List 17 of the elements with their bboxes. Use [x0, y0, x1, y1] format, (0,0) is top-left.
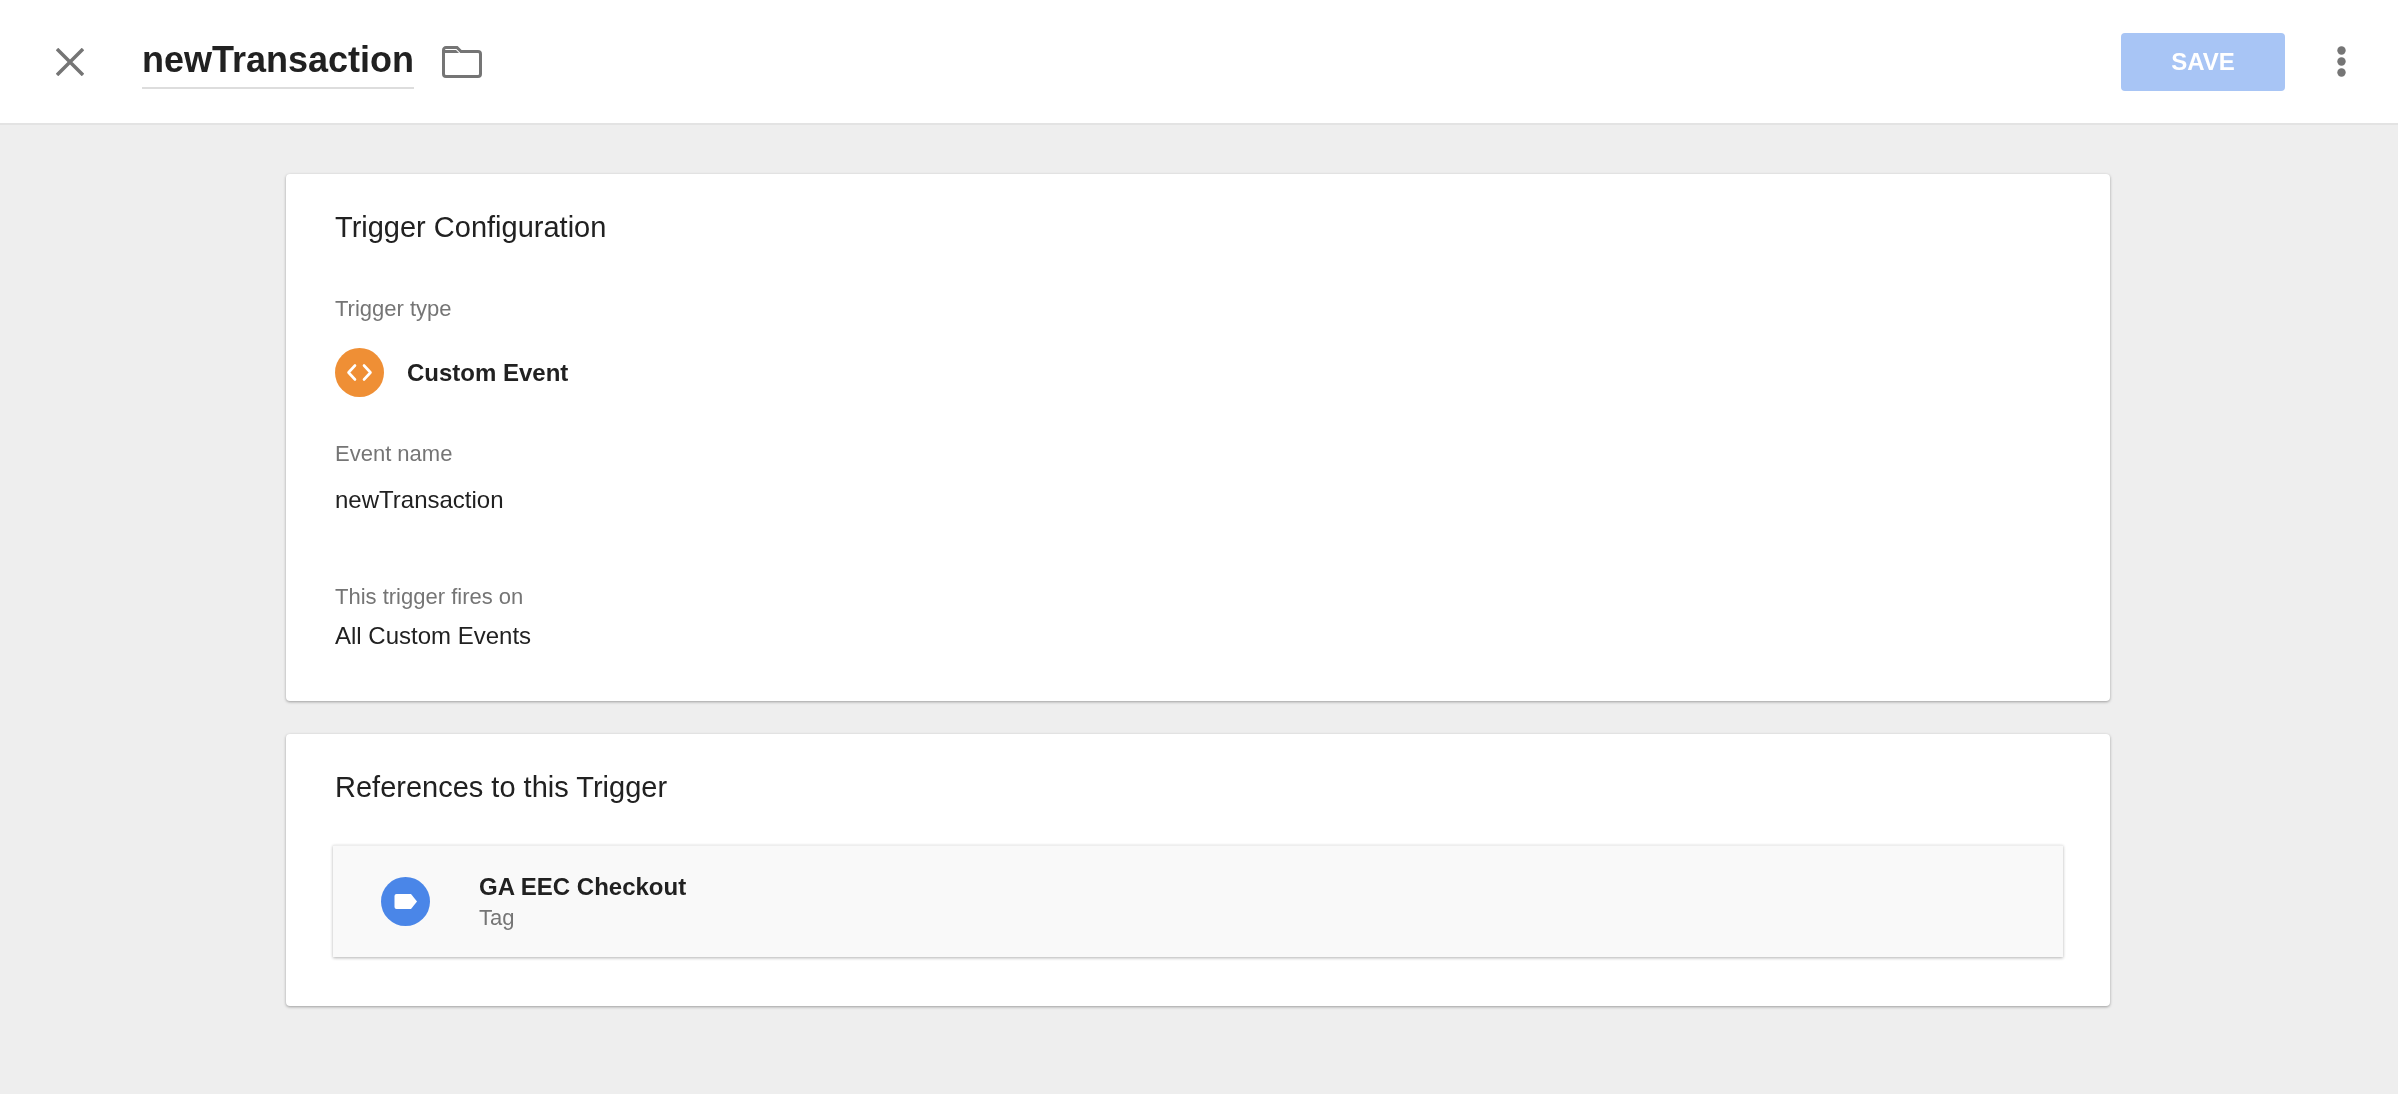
reference-name: GA EEC Checkout [479, 872, 687, 901]
reference-type: Tag [479, 904, 516, 931]
field-value: newTransaction [335, 486, 505, 514]
field-label: This trigger fires on [335, 584, 525, 610]
field-label: Trigger type [335, 296, 453, 322]
trigger-type-value: Custom Event [407, 358, 569, 387]
card-title: References to this Trigger [334, 770, 669, 804]
card-title: Trigger Configuration [335, 210, 608, 244]
more-menu-icon[interactable] [2337, 46, 2346, 77]
reference-row[interactable]: GA EEC Checkout Tag [333, 845, 2063, 957]
field-value: All Custom Events [335, 622, 533, 650]
tag-icon [381, 877, 430, 926]
close-icon[interactable] [56, 47, 84, 76]
name-field[interactable]: newTransaction [142, 38, 415, 89]
folder-icon[interactable] [442, 45, 483, 78]
code-brackets-icon [335, 348, 384, 397]
field-label: Event name [335, 441, 454, 467]
